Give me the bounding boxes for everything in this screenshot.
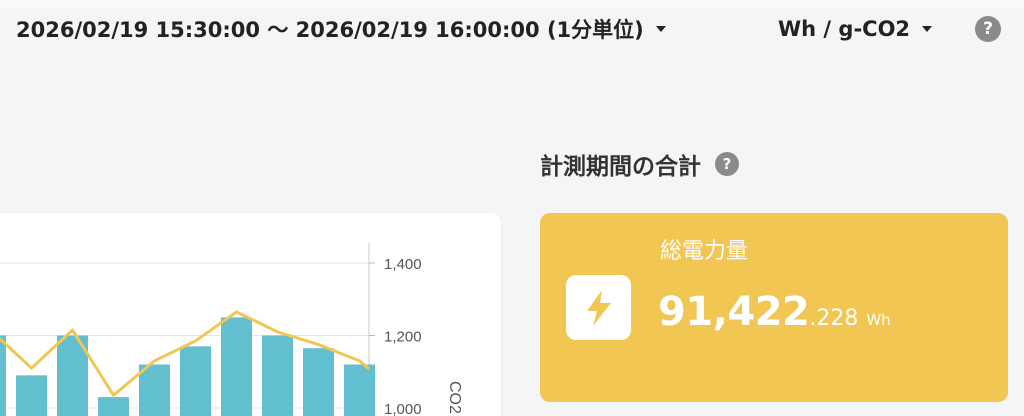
help-icon[interactable]: ?: [715, 152, 739, 176]
y2-tick-label: 1,000: [384, 401, 422, 416]
total-energy-unit: Wh: [866, 311, 891, 329]
summary-title: 計測期間の合計: [540, 154, 701, 180]
y2-tick-label: 1,200: [384, 329, 422, 346]
y2-tick-label: 1,400: [384, 256, 422, 273]
total-energy-label: 総電力量: [660, 239, 749, 264]
period-selector[interactable]: 2026/02/19 15:30:00 〜 2026/02/19 16:00:0…: [16, 14, 666, 44]
chevron-down-icon: [655, 26, 666, 32]
chart-svg: 1,400 1,200 1,000 CO2: [0, 243, 463, 416]
bolt-icon: [586, 289, 611, 326]
y2-axis-label: CO2: [446, 381, 463, 414]
total-energy-decimal: .228: [809, 306, 859, 331]
bolt-icon-box: [566, 275, 631, 340]
bar: [139, 364, 170, 416]
help-icon[interactable]: ?: [975, 16, 1001, 42]
bar: [16, 375, 47, 416]
chart-card: 1,400 1,200 1,000 CO2: [0, 213, 501, 416]
unit-label: Wh / g-CO2: [778, 17, 911, 41]
bar: [98, 397, 129, 416]
total-energy-integer: 91,422: [658, 289, 810, 335]
top-bar-background: [0, 0, 1024, 8]
unit-selector[interactable]: Wh / g-CO2: [778, 14, 933, 44]
bar: [303, 348, 334, 416]
bar: [180, 346, 211, 416]
total-energy-value: 91,422 .228 Wh: [658, 289, 891, 335]
bar: [221, 317, 252, 416]
bar: [0, 335, 6, 416]
bar: [344, 364, 375, 416]
period-label: 2026/02/19 15:30:00 〜 2026/02/19 16:00:0…: [16, 18, 644, 42]
bar: [262, 335, 293, 416]
total-energy-card: 総電力量 91,422 .228 Wh: [540, 213, 1008, 402]
chevron-down-icon: [922, 26, 933, 32]
summary-section-title: 計測期間の合計 ?: [540, 148, 739, 180]
